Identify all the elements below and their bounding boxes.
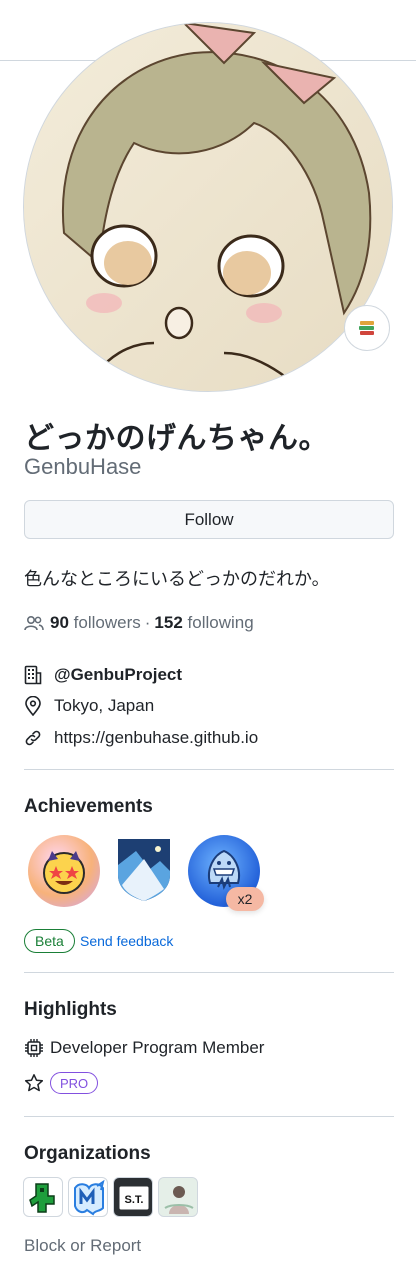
beta-label: Beta bbox=[24, 929, 75, 953]
organization-link[interactable]: @GenbuProject bbox=[54, 665, 182, 685]
follow-separator: · bbox=[144, 613, 151, 632]
mountain-shield-icon bbox=[118, 839, 170, 901]
developer-program-label: Developer Program Member bbox=[50, 1038, 265, 1057]
avatar-container[interactable] bbox=[23, 22, 393, 392]
books-emoji-icon bbox=[359, 321, 374, 335]
org-illustration-icon[interactable] bbox=[158, 1177, 198, 1217]
org-st-icon[interactable]: S.T. bbox=[113, 1177, 153, 1217]
following-label: following bbox=[187, 613, 254, 632]
achievements-heading[interactable]: Achievements bbox=[24, 796, 153, 818]
starstruck-face-icon bbox=[43, 851, 85, 894]
followers-link[interactable]: 90 followers bbox=[50, 613, 141, 633]
block-or-report-link[interactable]: Block or Report bbox=[24, 1236, 141, 1256]
set-status-button[interactable] bbox=[344, 305, 390, 351]
org-green-figure-icon[interactable] bbox=[23, 1177, 63, 1217]
pro-badge: PRO bbox=[50, 1072, 99, 1094]
highlights-heading: Highlights bbox=[24, 999, 117, 1020]
following-link[interactable]: 152 following bbox=[154, 613, 253, 633]
avatar-image bbox=[24, 23, 392, 391]
location-icon bbox=[24, 696, 44, 716]
send-feedback-link[interactable]: Send feedback bbox=[80, 933, 173, 949]
avatar[interactable] bbox=[23, 22, 393, 392]
vcard-location: Tokyo, Japan bbox=[24, 696, 154, 716]
following-count: 152 bbox=[154, 613, 183, 632]
section-divider bbox=[24, 769, 394, 770]
website-link[interactable]: https://genbuhase.github.io bbox=[54, 728, 258, 748]
link-icon bbox=[24, 729, 44, 747]
profile-login: GenbuHase bbox=[24, 454, 142, 479]
badge-count: x2 bbox=[226, 887, 264, 911]
follow-button[interactable]: Follow bbox=[24, 500, 394, 539]
vcard-organization: @GenbuProject bbox=[24, 665, 182, 685]
svg-text:S.T.: S.T. bbox=[125, 1194, 144, 1206]
pro-item: PRO bbox=[24, 1072, 99, 1094]
organizations-heading: Organizations bbox=[24, 1143, 151, 1164]
profile-bio: 色んなところにいるどっかのだれか。 bbox=[24, 569, 330, 590]
vcard-website: https://genbuhase.github.io bbox=[24, 728, 258, 748]
location-text: Tokyo, Japan bbox=[54, 696, 155, 715]
developer-program-item: Developer Program Member bbox=[24, 1038, 264, 1058]
follow-stats: 90 followers · 152 following bbox=[24, 613, 254, 633]
starstruck-badge[interactable] bbox=[28, 835, 100, 907]
arctic-code-vault-badge[interactable] bbox=[114, 835, 174, 903]
star-icon bbox=[24, 1073, 44, 1093]
section-divider bbox=[24, 1116, 394, 1117]
org-blue-map-icon[interactable] bbox=[68, 1177, 108, 1217]
cpu-icon bbox=[24, 1038, 46, 1058]
followers-count: 90 bbox=[50, 613, 69, 632]
people-icon bbox=[24, 615, 44, 631]
profile-display-name: どっかのげんちゃん。 bbox=[24, 421, 329, 456]
building-icon bbox=[24, 665, 44, 685]
section-divider bbox=[24, 972, 394, 973]
followers-label: followers bbox=[73, 613, 141, 632]
